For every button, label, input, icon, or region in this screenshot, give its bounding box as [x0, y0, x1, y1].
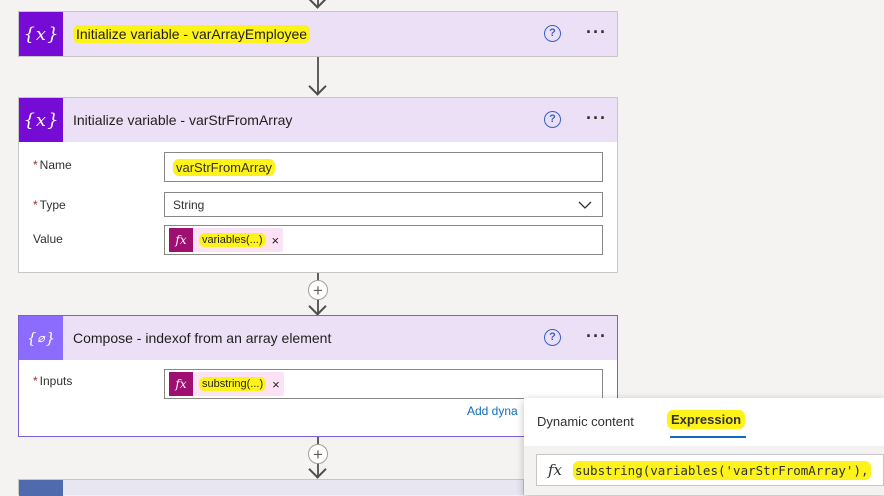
tab-expression-underline	[670, 436, 746, 438]
fx-icon: fx	[169, 228, 193, 252]
card-title: Initialize variable - varArrayEmployee	[73, 25, 311, 43]
more-options-icon[interactable]: ···	[586, 22, 607, 43]
help-icon[interactable]: ?	[544, 329, 561, 346]
card-initialize-varStrFromArray[interactable]: {x} Initialize variable - varStrFromArra…	[18, 97, 618, 273]
help-icon[interactable]: ?	[544, 111, 561, 128]
variable-icon: {x}	[19, 98, 63, 142]
value-field[interactable]: fx variables(...) ×	[164, 225, 603, 255]
token-label: variables(...)	[199, 233, 266, 247]
more-options-icon[interactable]: ···	[586, 108, 607, 129]
expression-input[interactable]: fx substring(variables('varStrFromArray'…	[536, 454, 884, 486]
card-initialize-varArrayEmployee[interactable]: {x} Initialize variable - varArrayEmploy…	[18, 11, 618, 57]
more-options-icon[interactable]: ···	[586, 326, 607, 347]
tab-dynamic-content[interactable]: Dynamic content	[537, 414, 634, 429]
expression-token[interactable]: fx variables(...) ×	[169, 228, 284, 252]
card-header[interactable]: {x} Initialize variable - varStrFromArra…	[19, 98, 617, 142]
chevron-down-icon	[578, 201, 592, 209]
connector-arrow-top	[308, 0, 327, 9]
token-label: substring(...)	[199, 377, 267, 391]
connector-arrow	[308, 460, 327, 479]
type-label: * Type	[33, 198, 66, 212]
fx-icon: fx	[547, 461, 562, 479]
expression-area: fx substring(variables('varStrFromArray'…	[524, 446, 884, 495]
name-value: varStrFromArray	[173, 158, 276, 176]
card-header[interactable]: {⌀} Compose - indexof from an array elem…	[19, 316, 617, 360]
type-value: String	[173, 197, 205, 212]
compose-icon: {⌀}	[19, 316, 63, 360]
next-card-icon	[19, 480, 63, 496]
tab-expression[interactable]: Expression	[667, 410, 746, 429]
expression-token[interactable]: fx substring(...) ×	[169, 372, 284, 396]
inputs-field[interactable]: fx substring(...) ×	[164, 369, 603, 399]
connector-arrow	[308, 297, 327, 316]
card-title: Compose - indexof from an array element	[73, 330, 332, 346]
type-select[interactable]: String	[164, 192, 603, 217]
remove-token-icon[interactable]: ×	[272, 377, 280, 392]
connector-arrow	[308, 77, 327, 96]
dynamic-content-popup[interactable]: Dynamic content Expression fx substring(…	[524, 398, 884, 495]
card-title: Initialize variable - varStrFromArray	[73, 112, 293, 128]
card-header[interactable]: {x} Initialize variable - varArrayEmploy…	[19, 12, 617, 56]
name-field[interactable]: varStrFromArray	[164, 152, 603, 182]
inputs-label: * Inputs	[33, 374, 73, 388]
next-card-partial[interactable]	[18, 479, 524, 496]
help-icon[interactable]: ?	[544, 25, 561, 42]
add-dynamic-content-link[interactable]: Add dyna	[467, 404, 518, 418]
expression-text: substring(variables('varStrFromArray'),	[573, 460, 871, 480]
name-label: * Name	[33, 158, 72, 172]
remove-token-icon[interactable]: ×	[272, 233, 280, 248]
value-label: Value	[33, 232, 63, 246]
variable-icon: {x}	[19, 12, 63, 56]
fx-icon: fx	[169, 372, 193, 396]
